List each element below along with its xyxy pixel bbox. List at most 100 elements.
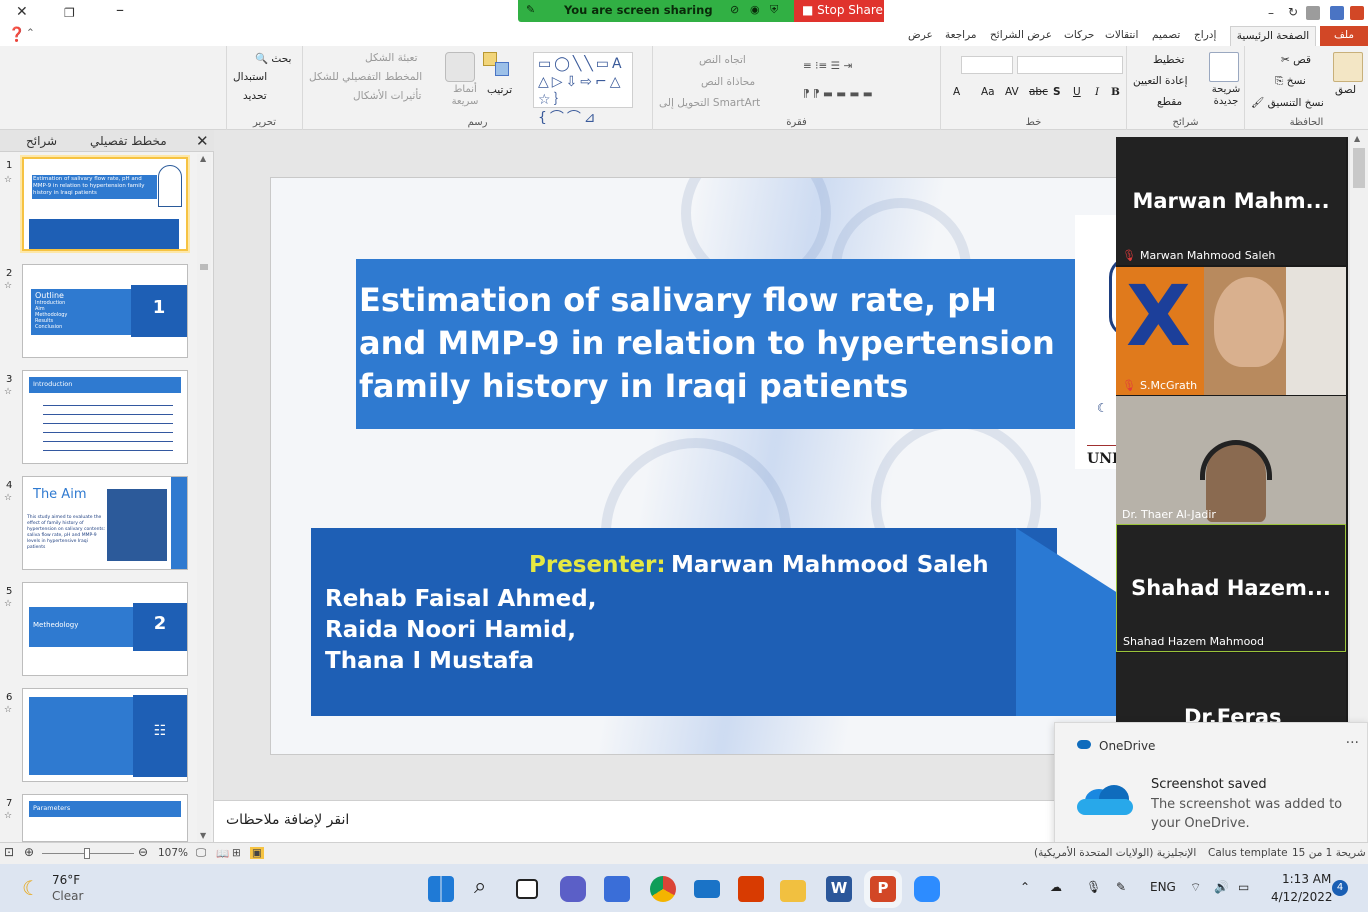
minimize-ppt-icon[interactable]: – bbox=[1268, 6, 1274, 20]
zoom-level[interactable]: 107% bbox=[158, 847, 188, 859]
window-icon[interactable] bbox=[1306, 6, 1320, 20]
tab-slides-view[interactable]: شرائح bbox=[26, 134, 57, 148]
tab-review[interactable]: مراجعة bbox=[945, 29, 977, 41]
show-hidden-icons[interactable]: ⌃ bbox=[1020, 880, 1030, 894]
underline-button[interactable]: U bbox=[1073, 86, 1081, 98]
paste-icon[interactable] bbox=[1333, 52, 1363, 82]
cut-button[interactable]: ✂ قص bbox=[1281, 54, 1311, 66]
current-slide[interactable]: Estimation of salivary flow rate, pH and… bbox=[270, 177, 1118, 755]
tab-outline-view[interactable]: مخطط تفصيلي bbox=[90, 134, 167, 148]
shape-fill-button[interactable]: تعبئة الشكل bbox=[365, 52, 418, 64]
reset-button[interactable]: إعادة التعيين bbox=[1133, 75, 1188, 87]
tab-transitions[interactable]: انتقالات bbox=[1105, 29, 1138, 41]
text-direction-button[interactable]: اتجاه النص bbox=[699, 54, 746, 66]
sorter-view-icon[interactable]: ⊞ bbox=[232, 847, 241, 859]
tab-home[interactable]: الصفحة الرئيسية bbox=[1230, 26, 1316, 46]
zoom-out-icon[interactable]: ⊖ bbox=[138, 845, 148, 859]
panel-scrollbar[interactable]: ▲ ▼ bbox=[197, 154, 211, 842]
scroll-thumb[interactable] bbox=[1353, 148, 1365, 188]
arrange-label[interactable]: ترتيب bbox=[487, 84, 512, 96]
slide-thumbnail-3[interactable]: Introduction bbox=[22, 370, 188, 464]
copy-button[interactable]: ⎘ نسخ bbox=[1275, 75, 1306, 88]
main-scrollbar[interactable]: ▲ bbox=[1350, 130, 1368, 800]
volume-icon[interactable]: 🔊 bbox=[1214, 880, 1229, 894]
participant-tile[interactable]: Dr.Feras bbox=[1116, 653, 1346, 727]
input-language[interactable]: ENG bbox=[1150, 880, 1176, 894]
new-slide-label[interactable]: شريحة جديدة bbox=[1209, 84, 1243, 108]
restore-icon[interactable]: ❐ bbox=[64, 6, 75, 20]
shape-effects-button[interactable]: تأثيرات الأشكال bbox=[353, 90, 421, 102]
close-panel-icon[interactable]: ✕ bbox=[196, 132, 209, 150]
section-button[interactable]: مقطع bbox=[1157, 96, 1182, 108]
participant-tile[interactable]: Shahad Hazem... Shahad Hazem Mahmood bbox=[1116, 524, 1346, 652]
scroll-up-icon[interactable]: ▲ bbox=[200, 154, 206, 163]
minimize-icon[interactable]: – bbox=[116, 0, 124, 19]
wifi-icon[interactable]: ⌔ bbox=[1190, 880, 1201, 895]
clock-time[interactable]: 1:13 AM bbox=[1282, 872, 1331, 886]
pause-icon[interactable]: ◉ bbox=[750, 3, 760, 16]
zoom-slider-handle[interactable] bbox=[84, 848, 90, 859]
slide-thumbnail-5[interactable]: Methedology 2 bbox=[22, 582, 188, 676]
participant-tile[interactable]: Dr. Thaer Al-Jadir bbox=[1116, 396, 1346, 524]
slide-thumbnail-1[interactable]: Estimation of salivary flow rate, pH and… bbox=[22, 157, 188, 251]
chrome-icon[interactable] bbox=[650, 876, 676, 902]
scroll-up-icon[interactable]: ▲ bbox=[1354, 134, 1360, 143]
font-name-box[interactable] bbox=[1017, 56, 1123, 74]
tab-slideshow[interactable]: عرض الشرائح bbox=[990, 29, 1052, 41]
shape-outline-button[interactable]: المخطط التفصيلي للشكل bbox=[309, 71, 422, 83]
tab-view[interactable]: عرض bbox=[908, 29, 933, 41]
format-painter-button[interactable]: 🖌 نسخ التنسيق bbox=[1251, 96, 1324, 109]
microphone-icon[interactable]: 🎙 bbox=[1086, 880, 1101, 894]
powerpoint-taskbar-icon[interactable]: P bbox=[864, 870, 902, 908]
weather-moon-icon[interactable]: ☾ bbox=[22, 876, 40, 900]
chat-icon[interactable] bbox=[560, 876, 586, 902]
mute-icon[interactable]: ⊘ bbox=[730, 3, 739, 16]
scroll-down-icon[interactable]: ▼ bbox=[200, 831, 206, 840]
shield-icon[interactable]: ⛨ bbox=[770, 3, 778, 17]
stop-share-button[interactable]: ■ Stop Share bbox=[794, 0, 884, 22]
new-slide-icon[interactable] bbox=[1209, 52, 1239, 82]
align-icons[interactable]: ⁋ ⁋ ▬ ▬ ▬ ▬ bbox=[803, 88, 873, 100]
participant-tile[interactable]: Marwan Mahm... 🎙 Marwan Mahmood Saleh bbox=[1116, 137, 1346, 265]
slide-thumbnail-4[interactable]: The Aim This study aimed to evaluate the… bbox=[22, 476, 188, 570]
shapes-gallery[interactable]: ▭◯╲╲▭A △▷⇩⇨⌐△ ☆｝{⌒⌒⊿ bbox=[533, 52, 633, 126]
quick-styles-label[interactable]: أنماط سريعة bbox=[447, 84, 483, 108]
help-icon[interactable]: ❓ bbox=[8, 27, 25, 43]
find-button[interactable]: 🔍 بحث bbox=[255, 52, 291, 65]
arrange-icon[interactable] bbox=[483, 52, 513, 82]
notification-badge[interactable]: 4 bbox=[1332, 880, 1348, 896]
slide-thumbnail-7[interactable]: Parameters bbox=[22, 794, 188, 842]
select-button[interactable]: تحديد bbox=[243, 90, 267, 102]
weather-desc[interactable]: Clear bbox=[52, 889, 83, 903]
tab-animations[interactable]: حركات bbox=[1064, 29, 1094, 41]
office-icon[interactable] bbox=[738, 876, 764, 902]
widgets-icon[interactable] bbox=[604, 876, 630, 902]
italic-button[interactable]: I bbox=[1095, 86, 1099, 98]
tab-file[interactable]: ملف bbox=[1320, 26, 1368, 46]
notification-more-icon[interactable]: ··· bbox=[1346, 735, 1359, 751]
word-icon[interactable]: W bbox=[826, 876, 852, 902]
bold-button[interactable]: B bbox=[1111, 86, 1120, 98]
save-icon[interactable] bbox=[1330, 6, 1344, 20]
mail-icon[interactable] bbox=[694, 880, 720, 898]
slide-thumbnail-2[interactable]: Outline Introduction Aim Methodology Res… bbox=[22, 264, 188, 358]
quick-styles-icon[interactable] bbox=[445, 52, 475, 82]
reading-view-icon[interactable]: 📖 bbox=[216, 847, 229, 860]
replace-button[interactable]: استبدال bbox=[233, 71, 267, 83]
slide-thumbnail-6[interactable]: ☷ bbox=[22, 688, 188, 782]
smartart-button[interactable]: التحويل إلى SmartArt bbox=[659, 97, 760, 109]
pen-icon[interactable]: ✎ bbox=[1116, 880, 1126, 894]
slide-title-box[interactable]: Estimation of salivary flow rate, pH and… bbox=[356, 259, 1076, 429]
search-icon[interactable]: ⌕ bbox=[474, 874, 486, 899]
strikethrough-button[interactable]: abc bbox=[1029, 86, 1048, 98]
network-cloud-icon[interactable]: ☁ bbox=[1050, 880, 1062, 894]
font-color-icon[interactable]: A bbox=[953, 86, 960, 98]
participant-tile[interactable]: X 🎙 S.McGrath bbox=[1116, 267, 1346, 395]
close-icon[interactable]: ✕ bbox=[16, 4, 28, 20]
file-explorer-icon[interactable] bbox=[780, 880, 806, 902]
fit-slide-icon[interactable]: ⊡ bbox=[4, 845, 14, 859]
onedrive-notification[interactable]: OneDrive ··· Screenshot saved The screen… bbox=[1054, 722, 1368, 848]
start-icon[interactable] bbox=[428, 876, 454, 902]
list-icons[interactable]: ≡ ⁝≡ ☰ ⇥ bbox=[803, 60, 852, 72]
shadow-button[interactable]: S bbox=[1053, 86, 1061, 98]
